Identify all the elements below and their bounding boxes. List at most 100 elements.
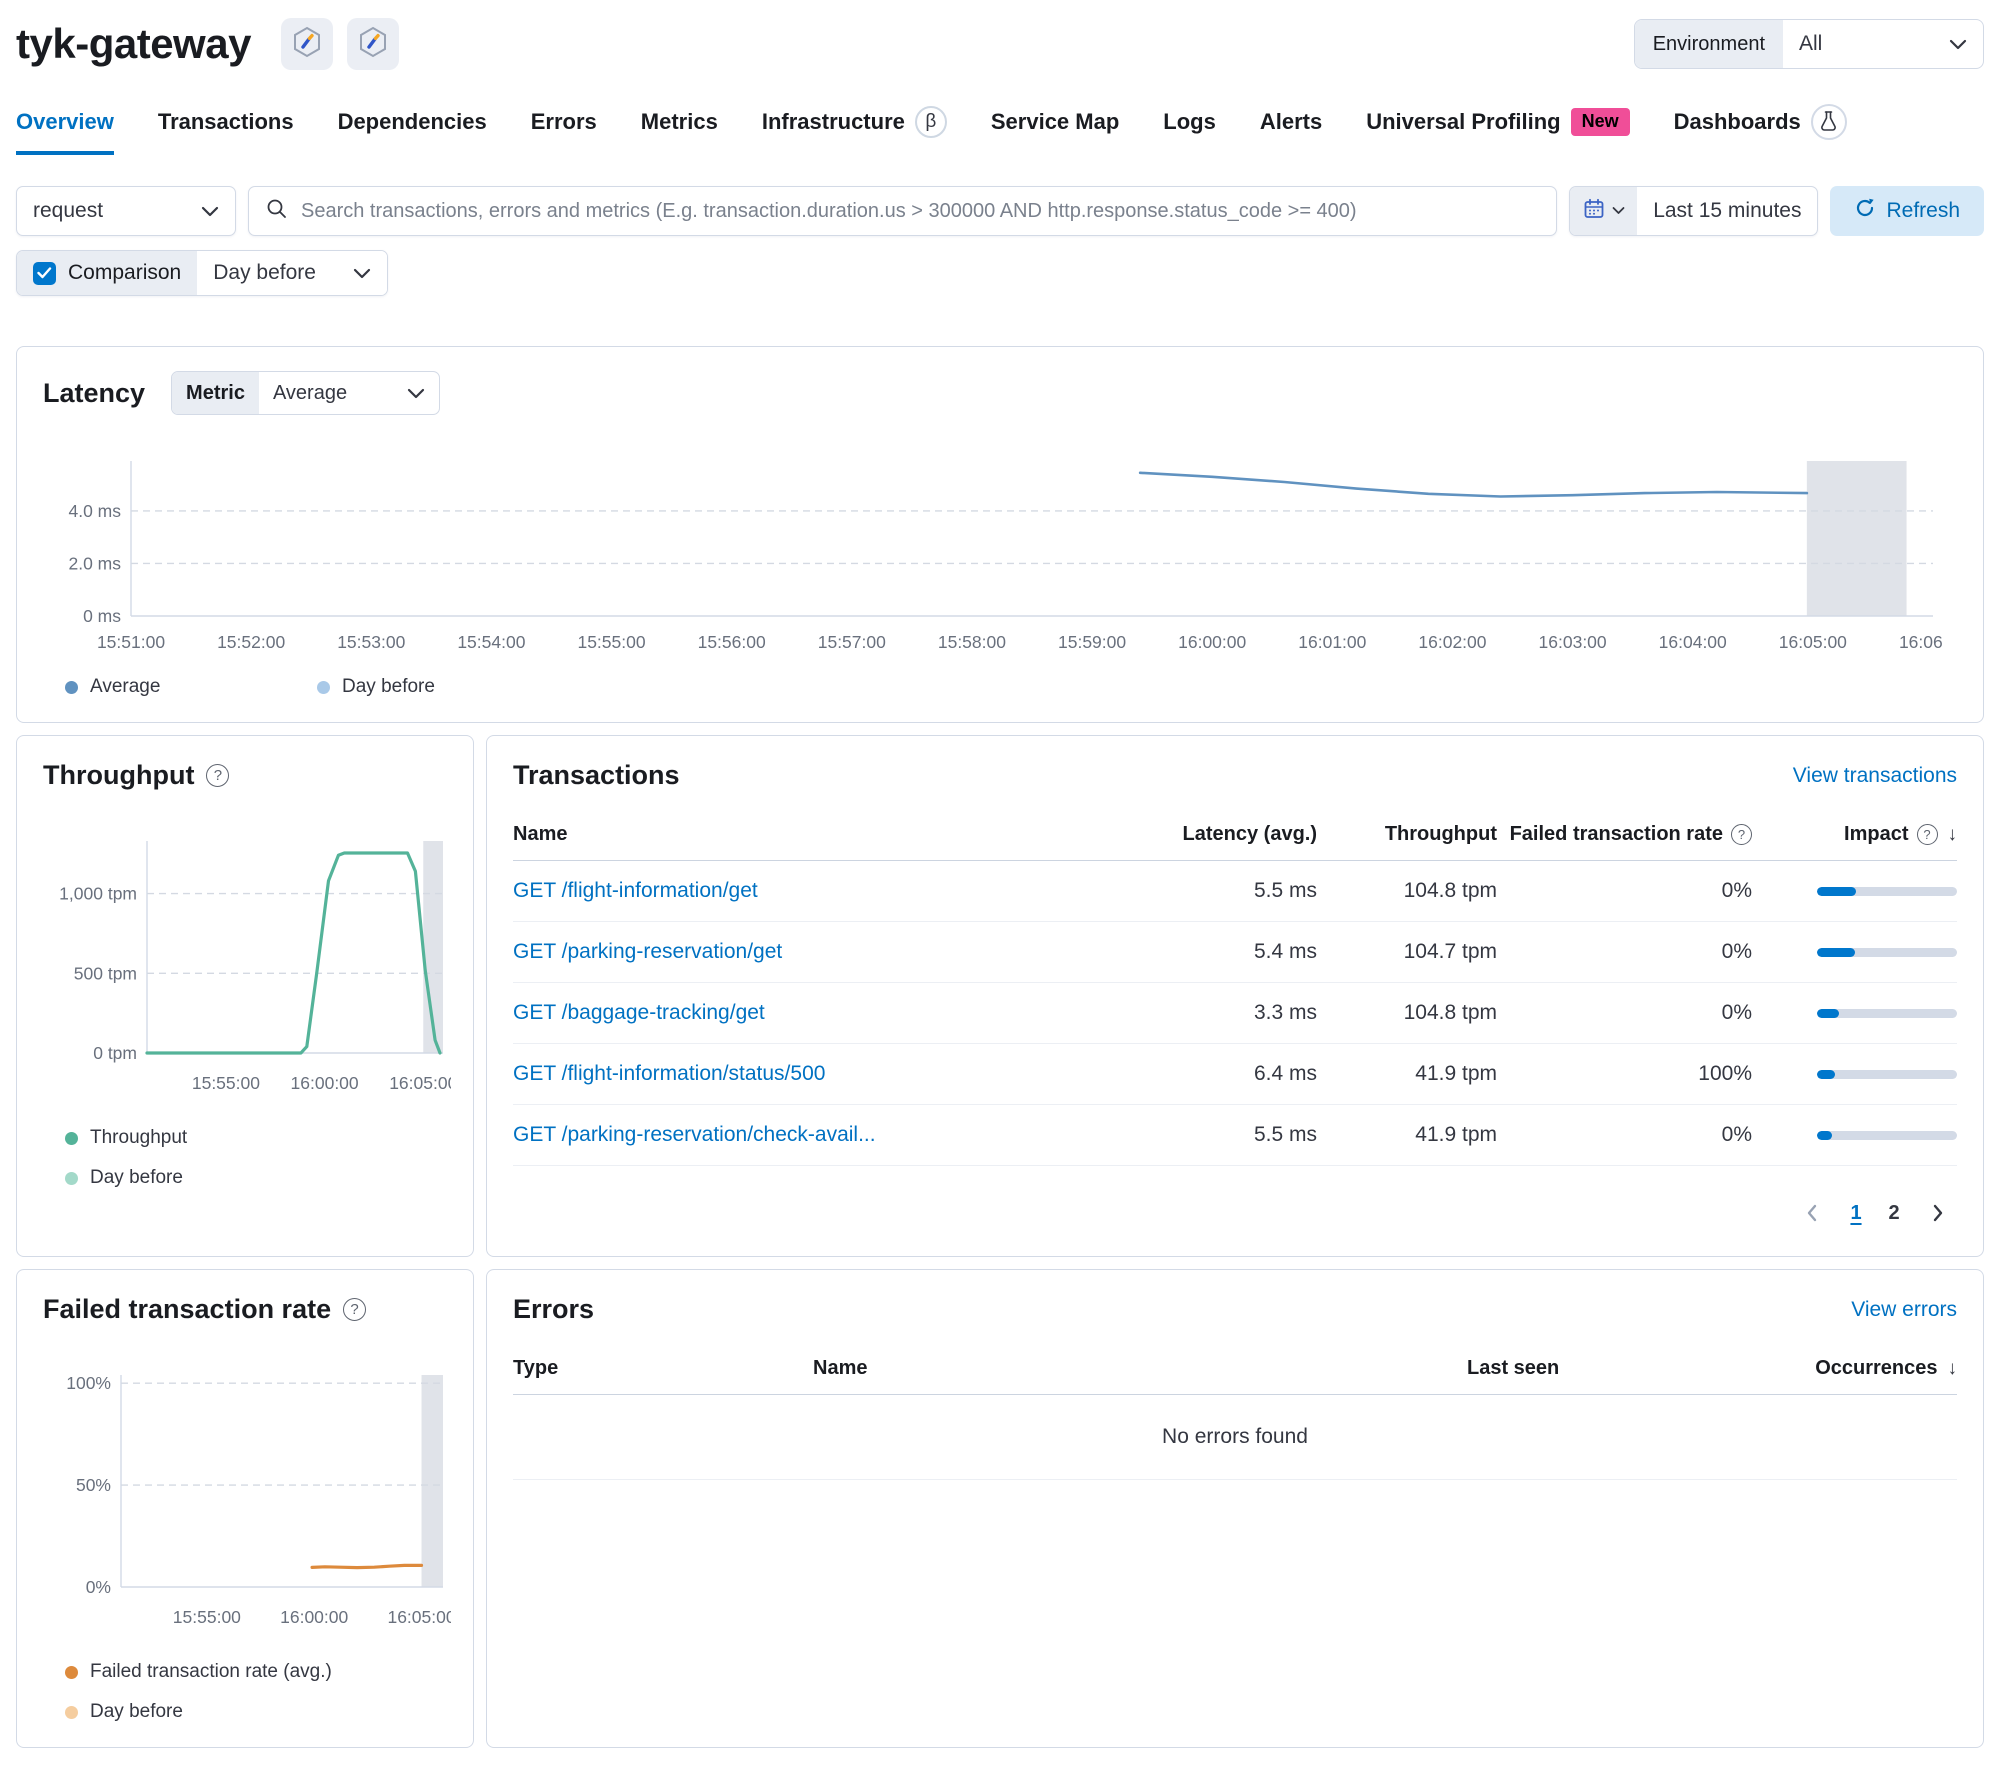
comparison-checkbox[interactable]: [33, 261, 56, 285]
environment-select[interactable]: Environment All: [1633, 19, 1984, 69]
legend-label: Average: [90, 676, 161, 697]
svg-text:15:53:00: 15:53:00: [337, 632, 405, 652]
legend-label: Day before: [90, 1167, 183, 1188]
tyk-agent-icon-button[interactable]: [346, 18, 399, 70]
chevron-down-icon: [1612, 202, 1625, 220]
table-row: GET /baggage-tracking/get 3.3 ms 104.8 tpm…: [513, 983, 1957, 1044]
svg-text:15:55:00: 15:55:00: [577, 632, 645, 652]
latency-cell: 6.4 ms: [1253, 1062, 1317, 1085]
latency-metric-select[interactable]: Metric Average: [171, 371, 440, 415]
legend-item[interactable]: Throughput: [65, 1127, 447, 1149]
view-transactions-link[interactable]: View transactions: [1793, 764, 1957, 788]
throughput-cell: 104.8 tpm: [1403, 879, 1497, 902]
pagination-page-1[interactable]: 1: [1837, 1194, 1875, 1232]
failed-rate-cell: 0%: [1721, 1001, 1752, 1024]
tab-transactions[interactable]: Transactions: [158, 109, 294, 155]
legend-item[interactable]: Day before: [65, 1167, 447, 1189]
column-header-occurrences[interactable]: Occurrences ↓: [1747, 1357, 1957, 1380]
transaction-link[interactable]: GET /baggage-tracking/get: [513, 1001, 1147, 1025]
tab-label: Universal Profiling: [1366, 109, 1561, 134]
impact-bar-fill: [1817, 1130, 1833, 1140]
comparison-select[interactable]: Day before: [197, 251, 388, 295]
column-header-type[interactable]: Type: [513, 1357, 813, 1380]
transaction-link[interactable]: GET /parking-reservation/check-avail...: [513, 1123, 1147, 1147]
svg-text:4.0 ms: 4.0 ms: [68, 501, 121, 521]
svg-text:15:58:00: 15:58:00: [938, 632, 1006, 652]
svg-text:15:52:00: 15:52:00: [217, 632, 285, 652]
svg-text:16:03:00: 16:03:00: [1539, 632, 1607, 652]
failed-rate-chart[interactable]: 0% 50% 100% 15:55:00 16:00:00 16:05:00: [43, 1365, 451, 1635]
latency-cell: 5.4 ms: [1253, 940, 1317, 963]
refresh-button[interactable]: Refresh: [1830, 186, 1984, 236]
column-header-error-name[interactable]: Name: [813, 1357, 1467, 1380]
metric-value: Average: [272, 381, 348, 404]
help-icon: ?: [1916, 824, 1938, 845]
help-icon[interactable]: ?: [206, 764, 230, 787]
svg-text:1,000 tpm: 1,000 tpm: [59, 884, 137, 904]
svg-text:15:54:00: 15:54:00: [457, 632, 525, 652]
pagination-next-button[interactable]: [1919, 1194, 1957, 1232]
column-header-impact[interactable]: Impact ? ↓: [1752, 823, 1957, 846]
beta-badge: β: [914, 106, 947, 138]
search-input-wrapper: [248, 186, 1558, 236]
throughput-chart[interactable]: 0 tpm 500 tpm 1,000 tpm 15:55:00 16:00:00 16:…: [43, 831, 451, 1101]
time-range-value[interactable]: Last 15 minutes: [1637, 199, 1817, 223]
tab-service-map[interactable]: Service Map: [991, 109, 1119, 155]
column-header-failed-rate[interactable]: Failed transaction rate ?: [1497, 823, 1752, 846]
latency-cell: 5.5 ms: [1253, 1123, 1317, 1146]
transaction-type-select[interactable]: request: [16, 186, 236, 236]
transaction-link[interactable]: GET /flight-information/get: [513, 879, 1147, 903]
table-row: GET /flight-information/get 5.5 ms 104.8 t…: [513, 861, 1957, 922]
sort-desc-icon: ↓: [1947, 823, 1958, 845]
transactions-rows: GET /flight-information/get 5.5 ms 104.8 t…: [513, 861, 1957, 1166]
svg-text:0 tpm: 0 tpm: [93, 1043, 137, 1063]
tab-universal-profiling[interactable]: Universal Profiling New: [1366, 108, 1630, 156]
svg-text:15:57:00: 15:57:00: [818, 632, 886, 652]
date-picker-calendar-button[interactable]: [1570, 187, 1638, 235]
legend-item[interactable]: Average: [65, 676, 317, 698]
tab-dashboards[interactable]: Dashboards: [1674, 104, 1847, 160]
latency-chart[interactable]: 0 ms 2.0 ms 4.0 ms 15:51:00 15:52:00 15:53:00…: [43, 455, 1943, 660]
latency-title: Latency: [43, 377, 146, 408]
legend-item[interactable]: Day before: [65, 1701, 447, 1723]
tab-label: Dashboards: [1673, 109, 1801, 134]
legend-dot: [317, 680, 330, 694]
failed-rate-cell: 100%: [1698, 1062, 1752, 1085]
calendar-icon: [1582, 197, 1606, 226]
tab-errors[interactable]: Errors: [531, 109, 597, 155]
tab-logs[interactable]: Logs: [1163, 109, 1216, 155]
failed-rate-cell: 0%: [1721, 1123, 1752, 1146]
search-input[interactable]: [301, 199, 1541, 223]
legend-item[interactable]: Failed transaction rate (avg.): [65, 1661, 447, 1683]
pagination-page-2[interactable]: 2: [1875, 1194, 1913, 1232]
column-header-throughput[interactable]: Throughput: [1317, 823, 1497, 846]
page-header: tyk-gateway Environment All: [16, 18, 1984, 70]
sort-desc-icon: ↓: [1947, 1357, 1958, 1379]
pagination-prev-button[interactable]: [1793, 1194, 1831, 1232]
legend-dot: [65, 1171, 78, 1185]
legend-item[interactable]: Day before: [317, 676, 569, 698]
column-header-name[interactable]: Name: [513, 823, 1147, 846]
query-bar: request Last 15 minutes Refresh: [16, 186, 1984, 236]
svg-text:16:04:00: 16:04:00: [1659, 632, 1727, 652]
legend-label: Throughput: [90, 1127, 188, 1148]
tyk-agent-icon-button[interactable]: [280, 18, 333, 70]
column-header-last-seen[interactable]: Last seen: [1467, 1357, 1747, 1380]
impact-bar-fill: [1817, 1069, 1836, 1079]
help-icon[interactable]: ?: [343, 1298, 367, 1321]
tab-metrics[interactable]: Metrics: [641, 109, 718, 155]
date-picker: Last 15 minutes: [1569, 186, 1819, 236]
tab-infrastructure[interactable]: Infrastructure β: [762, 106, 947, 158]
tab-overview[interactable]: Overview: [16, 109, 114, 155]
transaction-link[interactable]: GET /parking-reservation/get: [513, 940, 1147, 964]
tab-label: Errors: [530, 109, 597, 134]
beta-flask-icon: [1810, 104, 1847, 140]
view-errors-link[interactable]: View errors: [1851, 1298, 1957, 1322]
tab-alerts[interactable]: Alerts: [1260, 109, 1322, 155]
transaction-link[interactable]: GET /flight-information/status/500: [513, 1062, 1147, 1086]
search-icon: [265, 197, 289, 226]
svg-text:16:01:00: 16:01:00: [1298, 632, 1366, 652]
column-header-latency[interactable]: Latency (avg.): [1147, 823, 1317, 846]
errors-table-header: Type Name Last seen Occurrences ↓: [513, 1349, 1957, 1395]
tab-dependencies[interactable]: Dependencies: [338, 109, 487, 155]
